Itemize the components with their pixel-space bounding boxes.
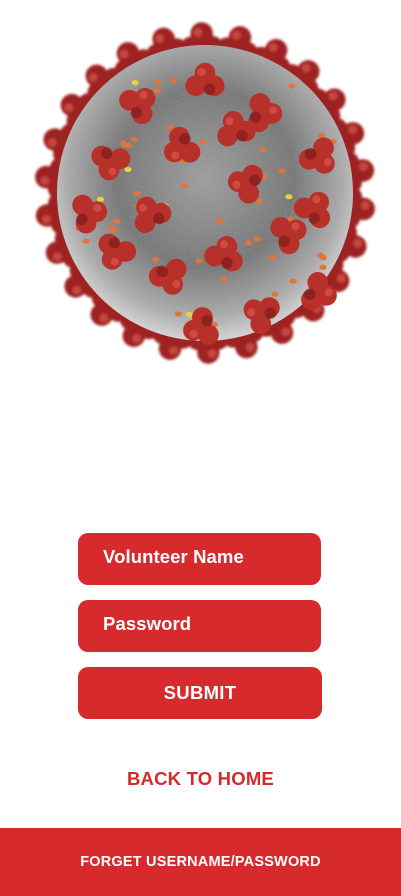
volunteer-name-placeholder: Volunteer Name (103, 546, 244, 567)
password-placeholder: Password (103, 613, 192, 634)
coronavirus-illustration-icon (20, 8, 390, 373)
password-input[interactable]: Password (78, 600, 321, 652)
forgot-credentials-link[interactable]: FORGET USERNAME/PASSWORD (80, 854, 321, 870)
footer-bar: FORGET USERNAME/PASSWORD (0, 828, 401, 896)
volunteer-name-input[interactable]: Volunteer Name (78, 533, 321, 585)
submit-button[interactable]: SUBMIT (78, 667, 322, 719)
back-to-home-link[interactable]: BACK TO HOME (0, 768, 401, 790)
